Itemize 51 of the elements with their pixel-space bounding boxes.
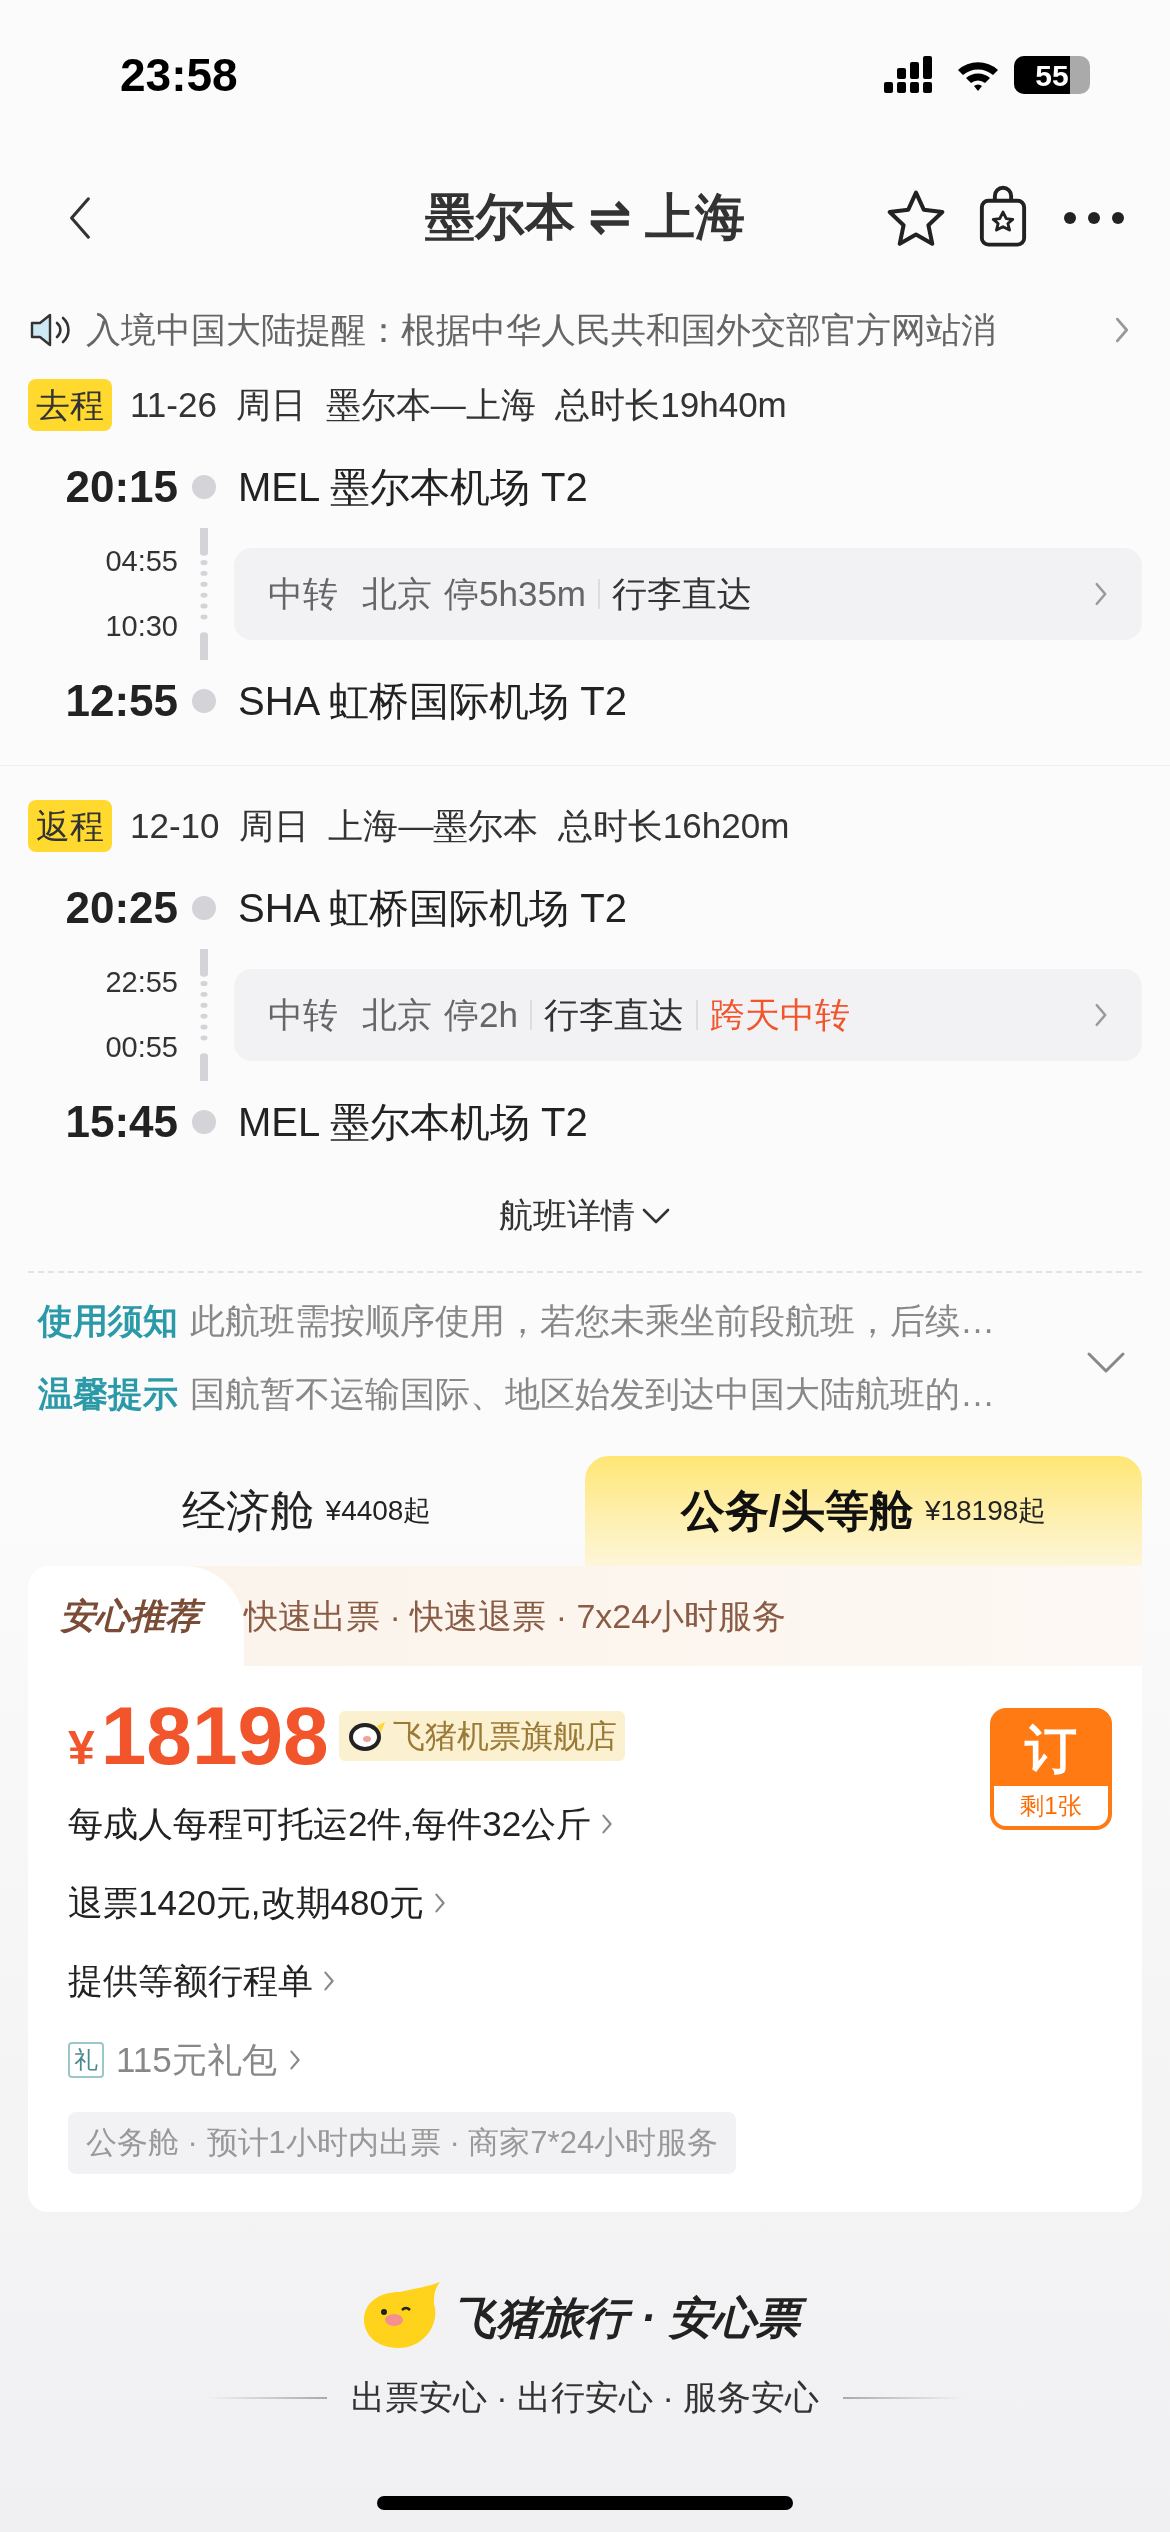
- trip-tag: 返程: [28, 800, 112, 852]
- price: ¥18198: [68, 1689, 329, 1783]
- notice-title: 使用须知: [38, 1300, 178, 1342]
- battery-icon: 55: [1014, 56, 1090, 94]
- departure-time: 20:15: [65, 461, 178, 513]
- gift-icon: 礼: [68, 2041, 104, 2078]
- notice-bar[interactable]: 入境中国大陆提醒：根据中华人民共和国外交部官方网站消: [0, 285, 1170, 375]
- recommend-badge: 安心推荐: [28, 1566, 244, 1666]
- cabin-tab[interactable]: 经济舱 ¥4408起: [28, 1456, 585, 1566]
- slogan: 出票安心 · 出行安心 · 服务安心: [350, 2377, 820, 2418]
- cabin-tab[interactable]: 公务/头等舱 ¥18198起: [585, 1456, 1142, 1566]
- policy-link[interactable]: 退票1420元,改期480元: [68, 1876, 1142, 1929]
- back-icon: [68, 194, 92, 242]
- shop-bag-button[interactable]: [977, 184, 1029, 250]
- notice-title: 温馨提示: [38, 1372, 178, 1415]
- layover-time: 10:30: [105, 609, 178, 644]
- layover-time: 22:55: [105, 964, 178, 1000]
- notice-text: 此航班需按顺序使用，若您未乘坐前段航班，后续…: [190, 1300, 995, 1342]
- chevron-down-icon: [641, 1206, 671, 1225]
- trip-summary: 12-10 周日 上海—墨尔本 总时长16h20m: [130, 804, 790, 847]
- arrival-airport: SHA 虹桥国际机场 T2: [237, 678, 628, 725]
- chevron-right-icon: [1114, 316, 1130, 344]
- gift-link[interactable]: 礼 115元礼包: [68, 2033, 1142, 2086]
- service-summary: 公务舱 · 预计1小时内出票 · 商家7*24小时服务: [68, 2112, 737, 2174]
- notice-text: 国航暂不运输国际、地区始发到达中国大陆航班的…: [190, 1372, 995, 1415]
- service-text: 快速出票 · 快速退票 · 7x24小时服务: [244, 1595, 787, 1637]
- chevron-right-icon: [1094, 1002, 1108, 1028]
- policy-link[interactable]: 提供等额行程单: [68, 1955, 1142, 2008]
- chevron-right-icon: [601, 1812, 614, 1837]
- chevron-right-icon: [288, 2047, 301, 2072]
- flight-details-toggle[interactable]: 航班详情: [499, 1190, 671, 1241]
- layover-time: 00:55: [105, 1030, 178, 1065]
- trip-summary: 11-26 周日 墨尔本—上海 总时长19h40m: [130, 383, 787, 426]
- arrival-time: 12:55: [65, 675, 178, 727]
- departure-airport: SHA 虹桥国际机场 T2: [237, 885, 628, 932]
- chevron-right-icon: [1094, 581, 1108, 607]
- layover-time: 04:55: [105, 543, 178, 579]
- trip-tag: 去程: [28, 379, 112, 431]
- transfer-info[interactable]: 中转 北京 停5h35m 行李直达: [234, 548, 1142, 640]
- status-time: 23:58: [120, 47, 238, 103]
- page-title: 墨尔本 ⇌ 上海: [425, 188, 745, 247]
- arrival-time: 15:45: [65, 1096, 178, 1148]
- arrival-airport: MEL 墨尔本机场 T2: [237, 1099, 589, 1146]
- brand-name: 飞猪旅行 · 安心票: [452, 2288, 810, 2348]
- departure-time: 20:25: [65, 882, 178, 934]
- chevron-right-icon: [323, 1969, 335, 1994]
- transfer-info[interactable]: 中转 北京 停2h 行李直达 跨天中转: [234, 969, 1142, 1061]
- chevron-right-icon: [434, 1890, 446, 1915]
- shop-badge: 飞猪机票旗舰店: [338, 1711, 625, 1761]
- departure-airport: MEL 墨尔本机场 T2: [237, 464, 589, 511]
- expand-button[interactable]: [1086, 1351, 1126, 1375]
